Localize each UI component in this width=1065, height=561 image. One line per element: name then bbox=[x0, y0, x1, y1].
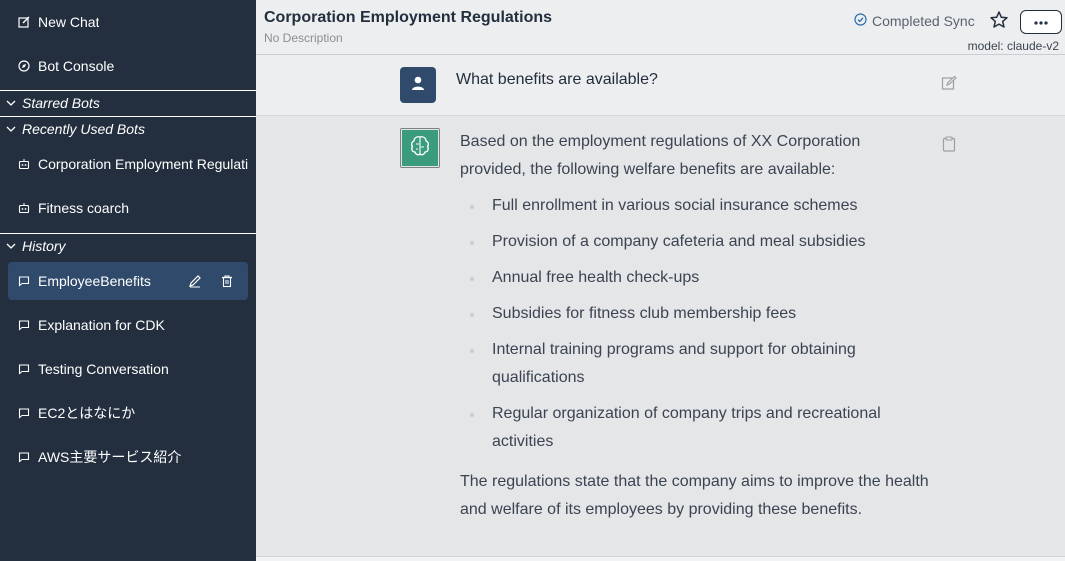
user-message: What benefits are available? bbox=[256, 55, 1065, 116]
more-options-button[interactable] bbox=[1020, 10, 1062, 34]
list-item: Provision of a company cafeteria and mea… bbox=[460, 228, 930, 256]
bot-intro-text: Based on the employment regulations of X… bbox=[460, 133, 861, 178]
edit-square-icon bbox=[18, 16, 30, 28]
avatar bbox=[400, 67, 436, 103]
input-area-edge bbox=[256, 556, 1065, 561]
bot-conclusion-text: The regulations state that the company a… bbox=[460, 473, 929, 518]
robot-icon bbox=[18, 158, 30, 170]
edit-icon bbox=[941, 75, 957, 96]
chat-bubble-icon bbox=[18, 319, 30, 331]
list-item: Internal training programs and support f… bbox=[460, 336, 930, 392]
conversation-title: AWS主要サービス紹介 bbox=[38, 449, 182, 465]
bot-message-content: Based on the employment regulations of X… bbox=[460, 128, 930, 524]
conversation-title: EC2とはなにか bbox=[38, 405, 136, 421]
edit-message-button[interactable] bbox=[939, 75, 959, 95]
sync-status: Completed Sync bbox=[854, 13, 975, 29]
bot-console-label: Bot Console bbox=[38, 58, 115, 74]
chat-bubble-icon bbox=[18, 275, 30, 287]
list-item: Subsidies for fitness club membership fe… bbox=[460, 300, 930, 328]
list-item: Full enrollment in various social insura… bbox=[460, 192, 930, 220]
chat-bubble-icon bbox=[18, 451, 30, 463]
history-section[interactable]: History bbox=[0, 233, 256, 257]
bot-description: No Description bbox=[264, 31, 343, 45]
recently-used-bots-label: Recently Used Bots bbox=[22, 120, 145, 137]
benefits-list: Full enrollment in various social insura… bbox=[460, 192, 930, 456]
bot-avatar bbox=[400, 128, 440, 168]
bot-console-button[interactable]: Bot Console bbox=[8, 47, 248, 85]
conversation-title: Explanation for CDK bbox=[38, 317, 165, 333]
starred-bots-section[interactable]: Starred Bots bbox=[0, 90, 256, 114]
chevron-down-icon bbox=[6, 123, 18, 135]
sidebar-item-conversation[interactable]: Testing Conversation bbox=[8, 350, 248, 388]
new-chat-button[interactable]: New Chat bbox=[8, 3, 248, 41]
list-item: Regular organization of company trips an… bbox=[460, 400, 930, 456]
bot-name: Fitness coarch bbox=[38, 200, 130, 216]
page-title: Corporation Employment Regulations bbox=[264, 9, 553, 26]
recently-used-bots-section[interactable]: Recently Used Bots bbox=[0, 116, 256, 140]
chevron-down-icon bbox=[6, 240, 18, 252]
robot-icon bbox=[18, 202, 30, 214]
sidebar: New Chat Bot Console Starred Bots Recent… bbox=[0, 0, 256, 561]
sidebar-item-conversation[interactable]: EmployeeBenefits bbox=[8, 262, 248, 300]
chat-bubble-icon bbox=[18, 407, 30, 419]
history-label: History bbox=[22, 237, 66, 254]
star-icon bbox=[989, 10, 1009, 35]
compass-icon bbox=[18, 60, 30, 72]
ellipsis-icon bbox=[1033, 13, 1049, 31]
bot-name: Corporation Employment Regulations bbox=[38, 156, 248, 172]
user-message-text: What benefits are available? bbox=[456, 71, 658, 88]
clipboard-icon bbox=[942, 135, 956, 157]
star-button[interactable] bbox=[988, 10, 1010, 35]
bot-message: Based on the employment regulations of X… bbox=[256, 116, 1065, 556]
chat-bubble-icon bbox=[18, 363, 30, 375]
sidebar-item-conversation[interactable]: EC2とはなにか bbox=[8, 394, 248, 432]
check-circle-icon bbox=[854, 13, 872, 29]
sidebar-item-bot[interactable]: Fitness coarch bbox=[8, 189, 248, 227]
conversation-title: Testing Conversation bbox=[38, 361, 169, 377]
sidebar-item-conversation[interactable]: AWS主要サービス紹介 bbox=[8, 438, 248, 476]
starred-bots-label: Starred Bots bbox=[22, 94, 100, 111]
model-label: model: claude-v2 bbox=[967, 39, 1059, 53]
user-icon bbox=[410, 75, 426, 96]
copy-button[interactable] bbox=[939, 135, 959, 157]
sync-status-text: Completed Sync bbox=[872, 13, 975, 29]
chat-header: Corporation Employment Regulations No De… bbox=[256, 0, 1065, 55]
sidebar-item-conversation[interactable]: Explanation for CDK bbox=[8, 306, 248, 344]
new-chat-label: New Chat bbox=[38, 14, 100, 30]
sidebar-item-bot[interactable]: Corporation Employment Regulations bbox=[8, 145, 248, 183]
list-item: Annual free health check-ups bbox=[460, 264, 930, 292]
chevron-down-icon bbox=[6, 97, 18, 109]
pencil-icon[interactable] bbox=[188, 274, 202, 288]
brain-icon bbox=[407, 133, 433, 164]
conversation-title: EmployeeBenefits bbox=[38, 273, 151, 289]
trash-icon[interactable] bbox=[220, 274, 234, 288]
